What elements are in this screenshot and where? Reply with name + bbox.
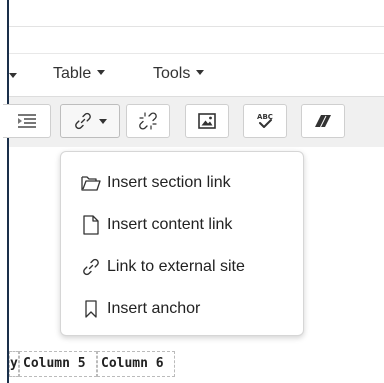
- chevron-down-icon: [98, 118, 107, 124]
- menu-item-link-external-site[interactable]: Link to external site: [61, 246, 303, 288]
- menu-item-label: Insert anchor: [107, 300, 201, 317]
- editor-window: Table Tools ABC y Column 5 Column 6 Inse…: [0, 0, 384, 383]
- chevron-down-icon: [196, 70, 205, 76]
- indent-icon: [17, 114, 36, 128]
- eraser-icon: [315, 115, 331, 128]
- toolbar: ABC: [3, 96, 384, 148]
- menu-item-insert-content-link[interactable]: Insert content link: [61, 204, 303, 246]
- table-header-cell[interactable]: Column 6: [97, 351, 175, 377]
- link-icon: [81, 257, 101, 277]
- bookmark-icon: [81, 299, 101, 319]
- file-icon: [81, 215, 101, 235]
- top-strip: [9, 0, 384, 27]
- menu-tools[interactable]: Tools: [153, 65, 205, 83]
- spellcheck-button[interactable]: ABC: [243, 104, 287, 138]
- menu-item-label: Insert content link: [107, 216, 233, 233]
- table-header-cell[interactable]: y: [9, 351, 19, 377]
- link-button[interactable]: [60, 104, 120, 138]
- link-dropdown-menu: Insert section link Insert content link …: [60, 151, 304, 336]
- spellcheck-icon: ABC: [257, 113, 273, 128]
- menu-table[interactable]: Table: [53, 65, 106, 83]
- menu-tools-label: Tools: [153, 65, 191, 82]
- menu-item-label: Insert section link: [107, 174, 231, 191]
- chevron-down-icon: [97, 70, 106, 76]
- table-header-row: y Column 5 Column 6: [9, 351, 175, 377]
- secondary-strip: [9, 27, 384, 54]
- unlink-icon: [139, 112, 157, 130]
- link-icon: [74, 112, 91, 130]
- menubar: Table Tools: [9, 54, 384, 96]
- menu-table-label: Table: [53, 65, 92, 82]
- image-button[interactable]: [185, 104, 229, 138]
- menu-item-insert-anchor[interactable]: Insert anchor: [61, 288, 303, 330]
- menu-item-insert-section-link[interactable]: Insert section link: [61, 162, 303, 204]
- table-header-cell[interactable]: Column 5: [19, 351, 97, 377]
- unlink-button[interactable]: [126, 104, 170, 138]
- indent-button[interactable]: [3, 104, 51, 138]
- menu-item-label: Link to external site: [107, 258, 245, 275]
- image-icon: [198, 113, 216, 129]
- clear-formatting-button[interactable]: [301, 104, 345, 138]
- menu-caret-partial-icon[interactable]: [9, 73, 17, 78]
- folder-open-icon: [81, 173, 101, 193]
